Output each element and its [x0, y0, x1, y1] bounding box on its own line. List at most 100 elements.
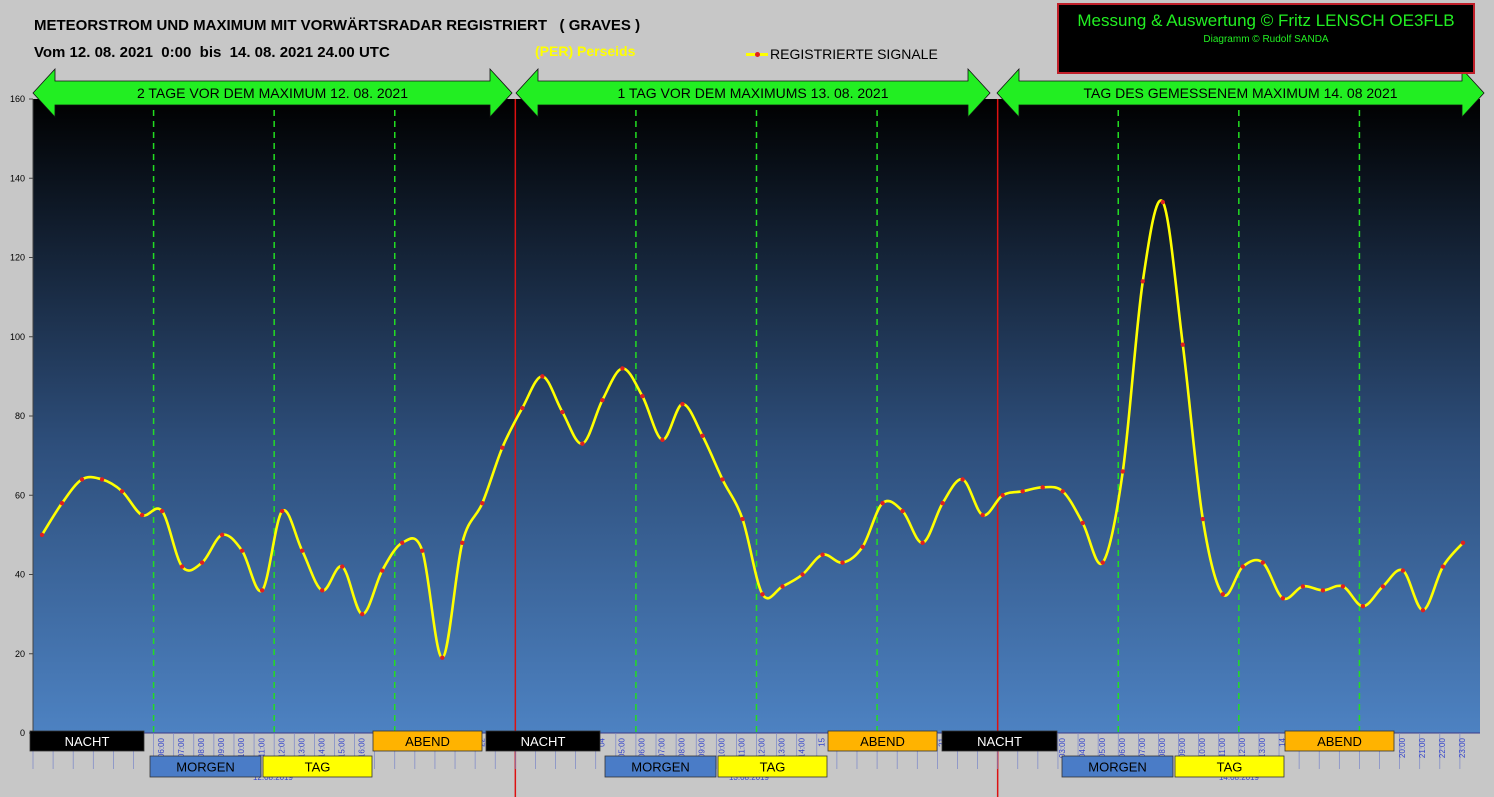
- plot-area: [33, 99, 1480, 733]
- data-point: [39, 532, 45, 538]
- data-point: [360, 611, 365, 617]
- chart-title: METEORSTROM UND MAXIMUM MIT VORWÄRTSRADA…: [34, 17, 641, 34]
- data-point: [400, 540, 405, 545]
- data-point: [319, 588, 325, 593]
- abend-bar-label: ABEND: [860, 734, 905, 749]
- nacht-bar-label: NACHT: [65, 734, 110, 749]
- data-point: [119, 489, 125, 494]
- data-point: [1020, 489, 1025, 494]
- hour-label: 10:00: [718, 737, 727, 758]
- morgen-bar-label: MORGEN: [631, 760, 690, 775]
- credit-main: Messung & Auswertung © Fritz LENSCH OE3F…: [1077, 11, 1455, 30]
- hour-label: 14:00: [317, 737, 326, 758]
- hour-label: 11:00: [738, 737, 747, 757]
- data-point: [420, 548, 425, 553]
- data-point: [1260, 560, 1266, 565]
- data-point: [580, 441, 585, 446]
- data-point: [440, 655, 445, 660]
- data-point: [900, 508, 905, 514]
- data-point: [219, 532, 225, 538]
- y-tick-label: 0: [20, 728, 25, 738]
- hour-label: 09:00: [1178, 737, 1187, 758]
- hour-label: 07:00: [658, 737, 667, 758]
- hour-label: 05:00: [618, 737, 627, 758]
- nacht-bar-label: NACHT: [977, 734, 1022, 749]
- shower-label: (PER) Perseids: [535, 43, 636, 59]
- data-point: [279, 508, 285, 514]
- data-point: [820, 552, 825, 557]
- hour-label: 12:00: [1238, 737, 1247, 758]
- data-point: [1400, 568, 1406, 573]
- data-point: [1340, 584, 1346, 589]
- day-banner-label: 1 TAG VOR DEM MAXIMUMS 13. 08. 2021: [617, 85, 888, 101]
- data-point: [800, 572, 805, 577]
- data-point: [860, 544, 865, 549]
- morgen-bar-label: MORGEN: [1088, 760, 1147, 775]
- data-point: [500, 445, 505, 450]
- hour-label: 22:00: [1438, 737, 1447, 758]
- morgen-bar-label: MORGEN: [176, 760, 235, 775]
- data-point: [1040, 485, 1045, 490]
- data-point: [79, 477, 85, 482]
- hour-label: 11:00: [257, 738, 266, 758]
- hour-label: 06:00: [157, 737, 166, 758]
- data-point: [840, 560, 845, 565]
- data-point: [1060, 489, 1065, 494]
- nacht-bar-label: NACHT: [521, 734, 566, 749]
- hour-label: 08:00: [197, 737, 206, 758]
- y-tick-label: 140: [10, 173, 25, 183]
- hour-label: 14:00: [798, 737, 807, 758]
- data-point: [520, 405, 525, 411]
- tag-bar-label: TAG: [305, 760, 331, 775]
- hour-label: 06:00: [638, 737, 647, 758]
- hour-label: 09:00: [698, 737, 707, 758]
- hour-label: 07:00: [177, 737, 186, 758]
- hour-label: 11:00: [1218, 737, 1227, 757]
- data-point: [380, 568, 385, 573]
- day-banner-label: 2 TAGE VOR DEM MAXIMUM 12. 08. 2021: [137, 85, 408, 101]
- legend: REGISTRIERTE SIGNALE: [746, 46, 938, 62]
- y-tick-label: 160: [10, 94, 25, 104]
- data-point: [1000, 493, 1005, 498]
- legend-swatch: [746, 51, 768, 57]
- y-tick-label: 60: [15, 490, 25, 500]
- data-point: [600, 397, 605, 403]
- data-point: [1440, 564, 1446, 569]
- data-point: [1120, 469, 1125, 474]
- hour-label: 13:00: [297, 737, 306, 758]
- data-point: [880, 500, 885, 506]
- data-point: [460, 540, 465, 545]
- data-point: [159, 508, 165, 514]
- data-point: [1100, 560, 1105, 565]
- data-point: [780, 584, 785, 589]
- hour-label: 05:00: [1098, 737, 1107, 758]
- data-point: [340, 564, 345, 569]
- data-point: [1180, 342, 1185, 347]
- data-point: [1380, 584, 1386, 589]
- data-point: [960, 477, 965, 482]
- hour-label: 13:00: [1258, 737, 1267, 758]
- data-point: [540, 374, 545, 379]
- y-tick-label: 120: [10, 253, 25, 263]
- period-bars: NACHT NACHT NACHT MORGEN MORGEN MORGEN TAG TAG T…: [29, 730, 1395, 778]
- hour-label: 15:00: [337, 737, 346, 758]
- data-point: [1360, 604, 1366, 609]
- credit-sub: Diagramm © Rudolf SANDA: [1203, 34, 1329, 45]
- hour-label: 08:00: [678, 737, 687, 758]
- hour-label: 10:00: [237, 737, 246, 758]
- legend-label: REGISTRIERTE SIGNALE: [770, 46, 938, 62]
- data-point: [1300, 584, 1306, 589]
- abend-bar-label: ABEND: [1317, 734, 1362, 749]
- hour-label: 08:00: [1158, 737, 1167, 758]
- chart-subtitle: Vom 12. 08. 2021 0:00 bis 14. 08. 2021 2…: [34, 44, 390, 61]
- data-point: [480, 500, 485, 506]
- hour-label: 12:00: [758, 737, 767, 758]
- data-point: [680, 401, 685, 407]
- abend-bar-label: ABEND: [405, 734, 450, 749]
- data-point: [59, 500, 65, 506]
- data-point: [299, 548, 305, 553]
- data-point: [239, 548, 245, 553]
- data-point: [1140, 279, 1145, 284]
- tag-bar-label: TAG: [760, 760, 786, 775]
- data-point: [620, 366, 625, 371]
